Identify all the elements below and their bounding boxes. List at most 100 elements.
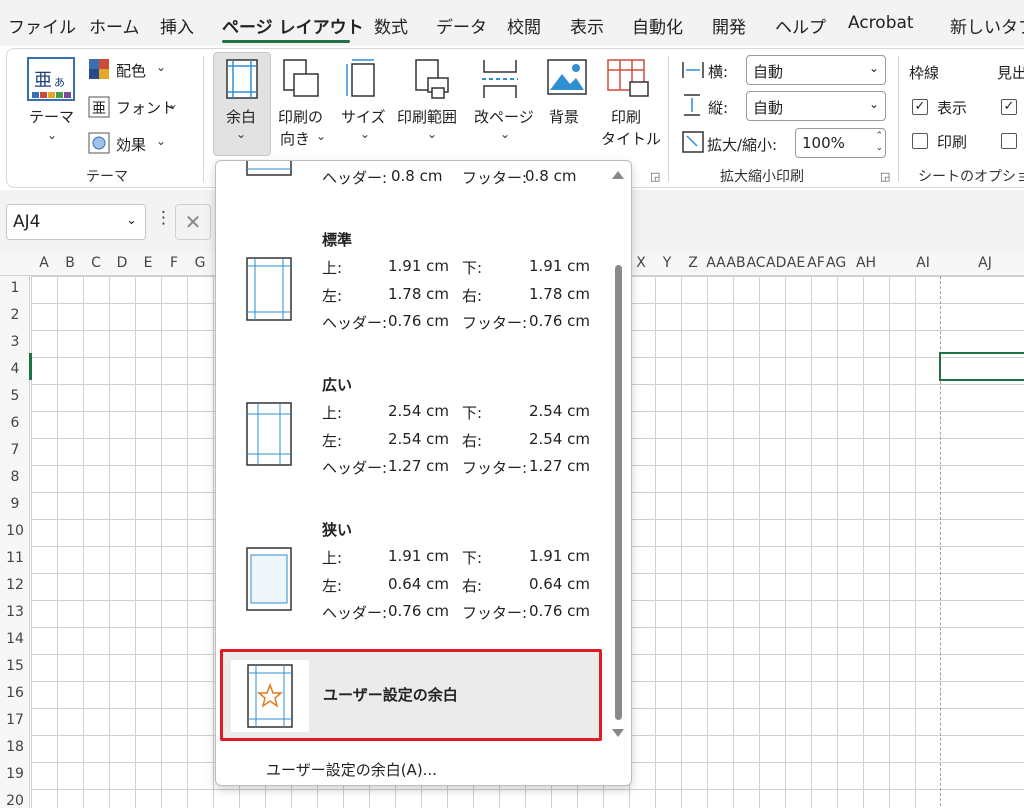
column-header[interactable]: AI: [908, 255, 938, 271]
orientation-label-1[interactable]: 印刷の: [278, 106, 323, 127]
height-select[interactable]: 自動 ⌄: [746, 91, 886, 121]
menu-automate[interactable]: 自動化: [632, 13, 683, 38]
menu-home[interactable]: ホーム: [89, 13, 140, 38]
column-header[interactable]: AC: [746, 255, 766, 271]
colors-icon[interactable]: [88, 58, 110, 80]
breaks-icon[interactable]: [480, 58, 520, 100]
name-box[interactable]: AJ4 ⌄: [6, 204, 146, 240]
chevron-down-icon[interactable]: ⌄: [168, 97, 178, 111]
row-header-active[interactable]: 4: [0, 361, 30, 377]
menu-file[interactable]: ファイル: [8, 13, 76, 38]
scroll-down-arrow-icon[interactable]: [612, 729, 624, 737]
effects-icon[interactable]: [88, 132, 110, 154]
column-header[interactable]: D: [109, 255, 135, 271]
chevron-down-icon[interactable]: ⌄: [236, 127, 246, 141]
row-header[interactable]: 2: [0, 307, 30, 323]
row-header[interactable]: 10: [0, 523, 30, 539]
column-header[interactable]: F: [161, 255, 187, 271]
print-titles-label-2[interactable]: タイトル: [601, 128, 661, 149]
column-header[interactable]: AE: [786, 255, 806, 271]
menu-review[interactable]: 校閲: [507, 13, 541, 38]
print-area-icon[interactable]: [412, 58, 452, 100]
row-header[interactable]: 19: [0, 766, 30, 782]
fonts-label[interactable]: フォント: [116, 97, 176, 118]
size-label[interactable]: サイズ: [341, 106, 386, 127]
menu-page-layout[interactable]: ページ レイアウト: [222, 13, 364, 38]
colors-label[interactable]: 配色: [116, 60, 146, 81]
row-header[interactable]: 8: [0, 469, 30, 485]
chevron-down-icon[interactable]: ⌄: [316, 129, 326, 143]
menu-new-tab[interactable]: 新しいタブ: [950, 13, 1024, 38]
row-header[interactable]: 15: [0, 658, 30, 674]
chevron-down-icon[interactable]: ⌄: [360, 127, 370, 141]
spin-up-icon[interactable]: ⌃: [875, 131, 883, 141]
row-header[interactable]: 9: [0, 496, 30, 512]
active-cell[interactable]: [939, 352, 1024, 381]
more-options-icon[interactable]: ⋮: [155, 208, 172, 228]
print-area-label[interactable]: 印刷範囲: [397, 106, 457, 127]
column-header[interactable]: E: [135, 255, 161, 271]
effects-label[interactable]: 効果: [116, 134, 146, 155]
chevron-down-icon[interactable]: ⌄: [427, 127, 437, 141]
chevron-down-icon[interactable]: ⌄: [156, 134, 166, 148]
scale-spinner[interactable]: 100% ⌃ ⌄: [795, 128, 886, 158]
custom-margins-menu-item[interactable]: ユーザー設定の余白(A)...: [266, 759, 437, 780]
margins-label[interactable]: 余白: [226, 106, 256, 127]
scrollbar-thumb[interactable]: [615, 265, 622, 720]
menu-view[interactable]: 表示: [570, 13, 604, 38]
row-header[interactable]: 14: [0, 631, 30, 647]
row-header[interactable]: 18: [0, 739, 30, 755]
menu-developer[interactable]: 開発: [712, 13, 746, 38]
column-header[interactable]: B: [57, 255, 83, 271]
headings-print-checkbox[interactable]: [1001, 133, 1017, 149]
column-header[interactable]: AD: [766, 255, 786, 271]
gridlines-print-checkbox[interactable]: [912, 133, 928, 149]
background-icon[interactable]: [546, 58, 588, 98]
row-header[interactable]: 11: [0, 550, 30, 566]
menu-data[interactable]: データ: [436, 13, 487, 38]
orientation-icon[interactable]: [282, 58, 320, 100]
margin-option-custom[interactable]: ユーザー設定の余白: [220, 649, 602, 741]
row-header[interactable]: 6: [0, 415, 30, 431]
cancel-icon[interactable]: ✕: [175, 204, 211, 240]
chevron-down-icon[interactable]: ⌄: [500, 127, 510, 141]
column-header[interactable]: AF: [806, 255, 826, 271]
chevron-down-icon[interactable]: ⌄: [126, 213, 137, 228]
column-header[interactable]: G: [187, 255, 213, 271]
column-header[interactable]: AA: [706, 255, 726, 271]
column-header[interactable]: AH: [851, 255, 881, 271]
column-header[interactable]: A: [31, 255, 57, 271]
dropdown-scrollbar[interactable]: [611, 165, 627, 745]
background-label[interactable]: 背景: [549, 106, 579, 127]
menu-acrobat[interactable]: Acrobat: [848, 13, 914, 33]
row-header[interactable]: 17: [0, 712, 30, 728]
theme-icon[interactable]: 亜 あ: [26, 56, 76, 106]
row-header[interactable]: 13: [0, 604, 30, 620]
scale-launcher-icon[interactable]: ◲: [880, 170, 890, 183]
chevron-down-icon[interactable]: ⌄: [156, 60, 166, 74]
column-header[interactable]: AB: [726, 255, 746, 271]
margins-icon[interactable]: [225, 58, 259, 100]
column-header[interactable]: C: [83, 255, 109, 271]
print-titles-label-1[interactable]: 印刷: [611, 106, 641, 127]
headings-view-checkbox[interactable]: ✓: [1001, 99, 1017, 115]
row-header[interactable]: 5: [0, 388, 30, 404]
column-header[interactable]: Z: [680, 255, 706, 271]
column-header[interactable]: Y: [654, 255, 680, 271]
gridlines-view-checkbox[interactable]: ✓: [912, 99, 928, 115]
menu-insert[interactable]: 挿入: [160, 13, 194, 38]
page-setup-launcher-icon[interactable]: ◲: [650, 170, 660, 183]
menu-help[interactable]: ヘルプ: [775, 13, 826, 38]
row-header[interactable]: 12: [0, 577, 30, 593]
breaks-label[interactable]: 改ページ: [474, 106, 534, 127]
chevron-down-icon[interactable]: ⌄: [47, 128, 57, 142]
orientation-label-2[interactable]: 向き: [280, 128, 310, 149]
column-header[interactable]: AG: [826, 255, 846, 271]
row-header[interactable]: 16: [0, 685, 30, 701]
theme-button-label[interactable]: テーマ: [29, 106, 74, 127]
width-select[interactable]: 自動 ⌄: [746, 55, 886, 85]
row-header[interactable]: 7: [0, 442, 30, 458]
row-header[interactable]: 3: [0, 334, 30, 350]
menu-formulas[interactable]: 数式: [374, 13, 408, 38]
fonts-icon[interactable]: 亜: [88, 96, 110, 118]
